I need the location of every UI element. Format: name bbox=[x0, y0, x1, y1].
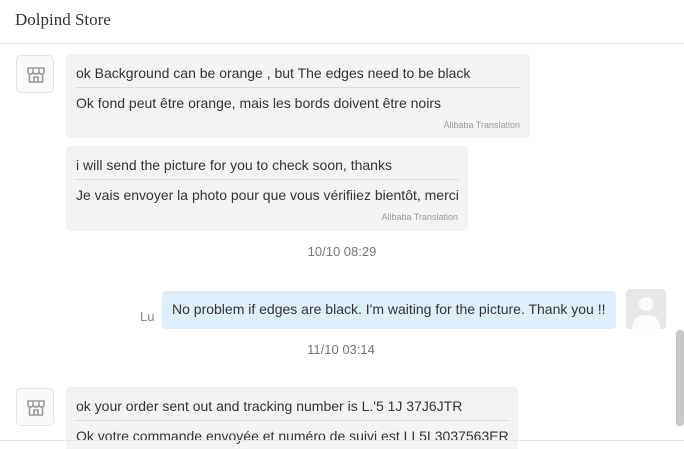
scrollbar-thumb[interactable] bbox=[676, 330, 684, 426]
user-avatar[interactable] bbox=[626, 289, 666, 329]
chat-header: Dolpind Store bbox=[0, 0, 684, 44]
translation-divider bbox=[75, 179, 459, 180]
message-bubble[interactable]: ok Background can be orange , but The ed… bbox=[66, 54, 530, 138]
message-bubble[interactable]: i will send the picture for you to check… bbox=[66, 146, 468, 231]
storefront-icon bbox=[27, 67, 45, 83]
store-avatar[interactable] bbox=[16, 55, 54, 93]
timestamp: 10/10 08:29 bbox=[307, 244, 377, 259]
message-translation: Ok votre commande envoyée et numéro de s… bbox=[76, 428, 509, 444]
message-text: ok Background can be orange , but The ed… bbox=[76, 65, 471, 81]
translation-source: Alibaba Translation bbox=[443, 120, 520, 130]
message-text: i will send the picture for you to check… bbox=[76, 157, 392, 173]
person-icon bbox=[632, 297, 660, 329]
input-divider bbox=[0, 440, 684, 441]
message-translation: Ok fond peut être orange, mais les bords… bbox=[76, 95, 441, 111]
translation-divider bbox=[75, 87, 521, 88]
store-name: Dolpind Store bbox=[15, 10, 111, 29]
timestamp: 11/10 03:14 bbox=[307, 342, 375, 357]
message-text: No problem if edges are black. I'm waiti… bbox=[172, 301, 606, 317]
message-list[interactable]: ok Background can be orange , but The ed… bbox=[0, 45, 684, 449]
store-avatar[interactable] bbox=[16, 388, 54, 426]
translation-source: Alibaba Translation bbox=[381, 212, 458, 222]
storefront-icon bbox=[27, 400, 45, 416]
sender-name: Lu bbox=[140, 309, 155, 324]
translation-divider bbox=[75, 420, 509, 421]
message-translation: Je vais envoyer la photo pour que vous v… bbox=[76, 187, 459, 203]
message-text: ok your order sent out and tracking numb… bbox=[76, 398, 463, 414]
outgoing-message-bubble[interactable]: No problem if edges are black. I'm waiti… bbox=[162, 291, 616, 329]
